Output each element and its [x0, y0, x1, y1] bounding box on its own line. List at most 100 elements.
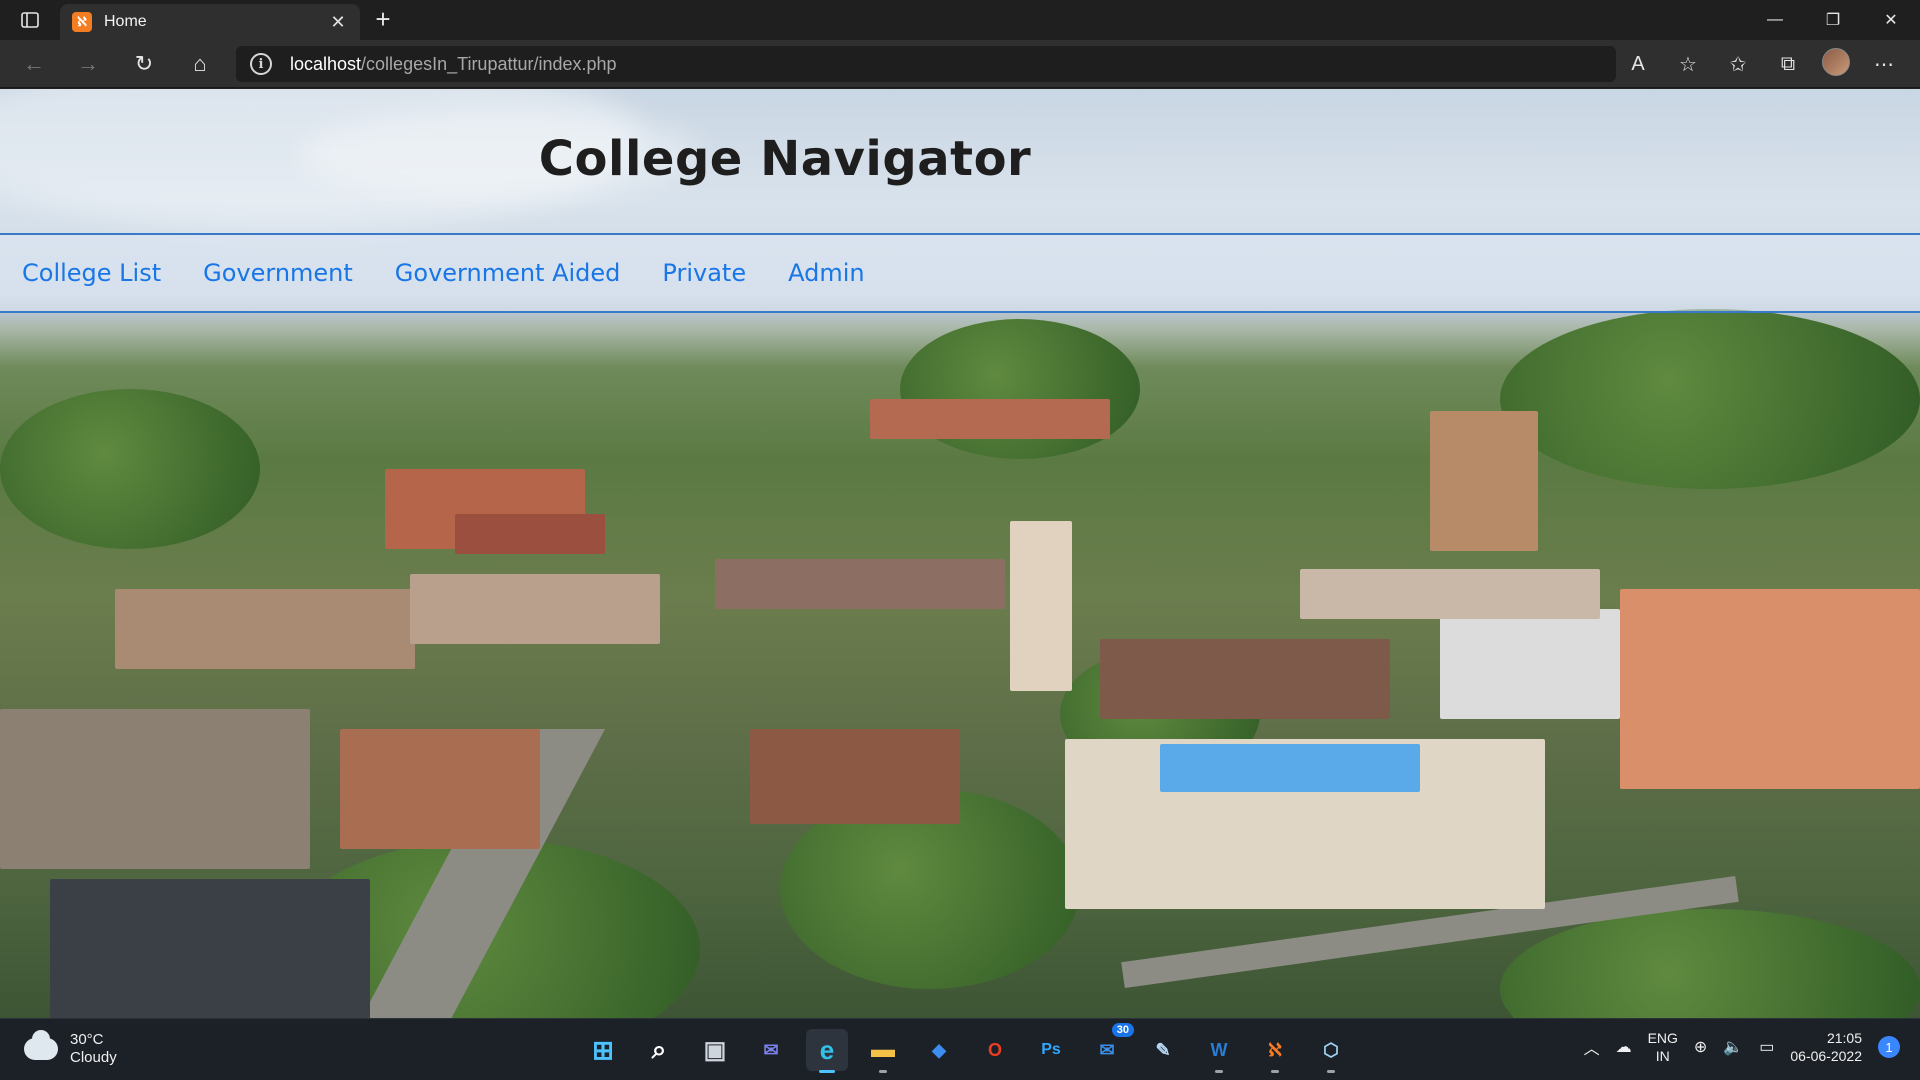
start-icon[interactable]: ⊞ [582, 1029, 624, 1071]
toolbar-right-icons: A ☆ ✩ ⧉ ⋯ [1622, 48, 1900, 80]
taskbar: 30°C Cloudy ⊞ ⌕ ▣ ✉ e ▬ ◆ O Ps ✉ 30 ✎ W ℵ… [0, 1018, 1920, 1080]
building [715, 559, 1005, 609]
word-glyph: W [1210, 1039, 1228, 1060]
back-icon[interactable]: ← [18, 48, 50, 80]
notification-badge[interactable]: 1 [1878, 1036, 1900, 1058]
running-indicator [1215, 1070, 1223, 1073]
building [115, 589, 415, 669]
window-controls: — ❐ ✕ [1746, 0, 1920, 40]
brick-building [340, 729, 540, 849]
tree-cluster [1500, 309, 1920, 489]
clock-time: 21:05 [1826, 1030, 1862, 1046]
stadium-building [870, 399, 1110, 439]
site-title: College Navigator [538, 131, 1032, 187]
high-rise-tower [1430, 411, 1538, 551]
word-icon[interactable]: W [1198, 1029, 1240, 1073]
system-tray: ︿ ☁ ENG IN ⊕ 🔈 ▭ 21:05 06-06-2022 1 [1584, 1029, 1900, 1065]
blue-roof [1160, 744, 1420, 792]
browser-toolbar: ← → ↻ ⌂ i localhost/collegesIn_Tirupattu… [0, 40, 1920, 88]
nav-private[interactable]: Private [662, 259, 746, 287]
photoshop-icon[interactable]: Ps [1030, 1029, 1072, 1071]
site-nav: College List Government Government Aided… [0, 235, 1920, 313]
read-aloud-icon[interactable]: A [1622, 48, 1654, 80]
site-header: College Navigator [0, 89, 1920, 235]
clock-tower [1010, 521, 1072, 691]
collections-icon[interactable]: ⧉ [1772, 48, 1804, 80]
site-info-icon[interactable]: i [250, 53, 272, 75]
virtualbox-glyph: ⬡ [1323, 1039, 1339, 1060]
file-explorer-icon[interactable]: ▬ [862, 1029, 904, 1073]
cloud-icon [24, 1030, 58, 1060]
xampp-taskbar-icon[interactable]: ℵ [1254, 1029, 1296, 1073]
dark-roof-building [50, 879, 370, 1018]
nav-college-list[interactable]: College List [22, 259, 161, 287]
xampp-icon: ℵ [72, 12, 92, 32]
running-indicator [1327, 1070, 1335, 1073]
network-icon[interactable]: ⊕ [1694, 1037, 1707, 1057]
favorites-icon[interactable]: ✩ [1722, 48, 1754, 80]
building [1300, 569, 1600, 619]
clock[interactable]: 21:05 06-06-2022 [1790, 1029, 1862, 1065]
office-icon[interactable]: O [974, 1029, 1016, 1071]
clock-date: 06-06-2022 [1790, 1048, 1862, 1064]
address-bar[interactable]: i localhost/collegesIn_Tirupattur/index.… [236, 46, 1616, 82]
tab-title: Home [104, 13, 147, 30]
more-menu-icon[interactable]: ⋯ [1868, 48, 1900, 80]
tab-actions-icon[interactable] [14, 8, 46, 32]
mail-glyph: ✉ [1099, 1039, 1115, 1060]
task-view-icon[interactable]: ▣ [694, 1029, 736, 1071]
weather-condition: Cloudy [70, 1049, 117, 1066]
mail-badge: 30 [1111, 1023, 1134, 1037]
close-window-icon[interactable]: ✕ [1862, 0, 1920, 40]
explorer-glyph: ▬ [871, 1036, 895, 1063]
hotel-building [1620, 589, 1920, 789]
xampp-glyph: ℵ [1268, 1039, 1282, 1060]
forward-icon[interactable]: → [72, 48, 104, 80]
volume-icon[interactable]: 🔈 [1723, 1037, 1743, 1057]
running-indicator [1271, 1070, 1279, 1073]
edge-glyph: e [819, 1034, 835, 1065]
running-indicator [819, 1070, 835, 1073]
brick-building [750, 729, 960, 824]
refresh-icon[interactable]: ↻ [128, 48, 160, 80]
weather-temp: 30°C [70, 1031, 104, 1048]
dropbox-icon[interactable]: ◆ [918, 1029, 960, 1071]
brick-building [455, 514, 605, 554]
onedrive-icon[interactable]: ☁ [1616, 1037, 1632, 1057]
profile-avatar[interactable] [1822, 48, 1850, 76]
show-hidden-icons-icon[interactable]: ︿ [1584, 1035, 1600, 1059]
home-icon[interactable]: ⌂ [184, 48, 216, 80]
edge-icon[interactable]: e [806, 1029, 848, 1073]
white-building [1440, 609, 1620, 719]
nav-admin[interactable]: Admin [788, 259, 865, 287]
url-host: localhost [290, 53, 362, 74]
lang-top: ENG [1647, 1030, 1678, 1046]
chat-icon[interactable]: ✉ [750, 1029, 792, 1071]
url-path: /collegesIn_Tirupattur/index.php [361, 53, 617, 74]
new-tab-button[interactable]: + [368, 6, 398, 34]
tab-home[interactable]: ℵ Home ✕ [60, 4, 360, 40]
building [0, 709, 310, 869]
virtualbox-icon[interactable]: ⬡ [1310, 1029, 1352, 1073]
tree-cluster [0, 389, 260, 549]
restore-icon[interactable]: ❐ [1804, 0, 1862, 40]
building [410, 574, 660, 644]
add-favorite-icon[interactable]: ☆ [1672, 48, 1704, 80]
nav-government[interactable]: Government [203, 259, 353, 287]
mail-icon[interactable]: ✉ 30 [1086, 1023, 1134, 1071]
search-icon[interactable]: ⌕ [638, 1029, 680, 1071]
language-indicator[interactable]: ENG IN [1648, 1029, 1678, 1065]
weather-widget[interactable]: 30°C Cloudy [24, 1030, 117, 1067]
notepad-icon[interactable]: ✎ [1142, 1029, 1184, 1071]
nav-government-aided[interactable]: Government Aided [395, 259, 621, 287]
running-indicator [879, 1070, 887, 1073]
page-viewport: College Navigator College List Governmen… [0, 89, 1920, 1018]
close-tab-icon[interactable]: ✕ [328, 12, 348, 33]
minimize-icon[interactable]: — [1746, 0, 1804, 40]
url-text[interactable]: localhost/collegesIn_Tirupattur/index.ph… [290, 54, 617, 75]
brick-building [1100, 639, 1390, 719]
lang-bottom: IN [1655, 1048, 1670, 1064]
battery-icon[interactable]: ▭ [1759, 1037, 1774, 1057]
browser-titlebar: ℵ Home ✕ + — ❐ ✕ [0, 0, 1920, 40]
taskbar-apps: ⊞ ⌕ ▣ ✉ e ▬ ◆ O Ps ✉ 30 ✎ W ℵ ⬡ [582, 1023, 1352, 1073]
